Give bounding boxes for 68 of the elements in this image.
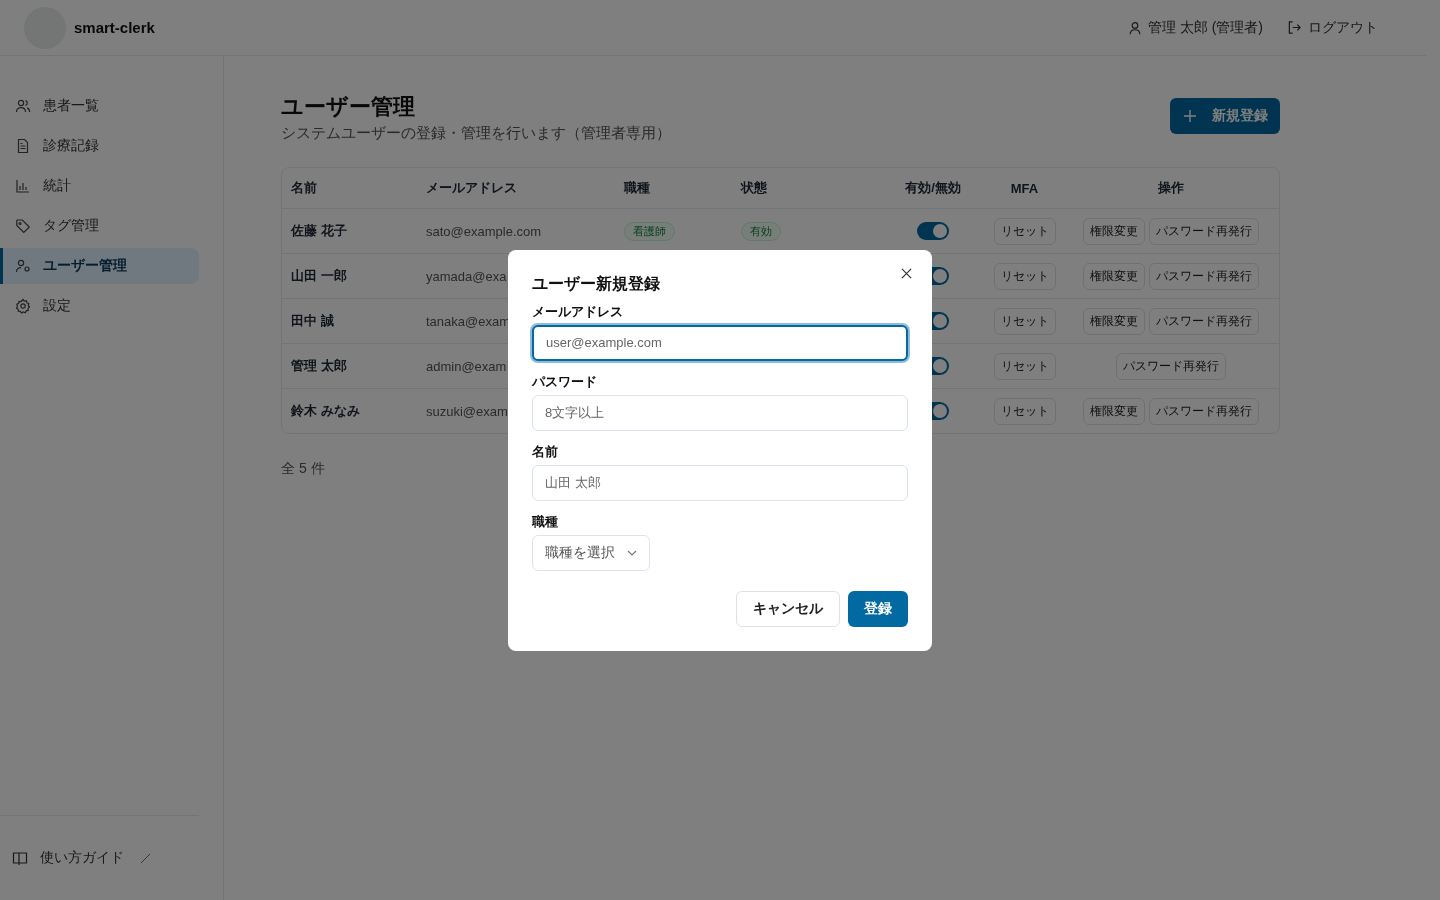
mfa-reset-button[interactable]: リセット: [993, 262, 1056, 290]
submit-button[interactable]: 登録: [848, 590, 908, 627]
action-button[interactable]: パスワード再発行: [1148, 397, 1259, 425]
mfa-reset-button[interactable]: リセット: [993, 352, 1056, 380]
mfa-reset-button[interactable]: リセット: [993, 397, 1056, 425]
action-button[interactable]: パスワード再発行: [1148, 217, 1259, 245]
role-select[interactable]: 職種を選択: [532, 534, 650, 571]
sidebar-item[interactable]: 設定: [0, 288, 199, 324]
action-button[interactable]: パスワード再発行: [1148, 262, 1259, 290]
table-cell: 鈴木 みなみ: [291, 402, 360, 420]
action-button[interactable]: パスワード再発行: [1148, 307, 1259, 335]
user-icon: [1127, 20, 1142, 35]
field-label: メールアドレス: [532, 302, 623, 321]
table-cell: yamada@exa: [426, 268, 507, 284]
field-label: 名前: [532, 442, 558, 461]
field-label: パスワード: [532, 372, 597, 391]
table-cell: sato@example.com: [426, 223, 542, 239]
status-badge: 有効: [741, 221, 781, 241]
table-cell: 山田 一郎: [291, 267, 347, 285]
mfa-reset-button[interactable]: リセット: [993, 217, 1056, 245]
table-cell: admin@exam: [426, 358, 507, 374]
users-icon: [15, 98, 31, 114]
new-user-button[interactable]: 新規登録: [1170, 98, 1280, 134]
table-cell: 佐藤 花子: [291, 222, 347, 240]
column-header: 状態: [739, 179, 768, 197]
sidebar-item[interactable]: 統計: [0, 168, 199, 204]
chevron-down-icon: [627, 549, 637, 556]
role-badge: 看護師: [624, 221, 675, 241]
gear-icon: [15, 298, 31, 314]
table-cell: 管理 太郎: [291, 357, 347, 375]
column-header: MFA: [1009, 180, 1040, 196]
page-subtitle: システムユーザーの登録・管理を行います（管理者専用）: [281, 124, 671, 143]
column-header: 有効/無効: [904, 179, 962, 197]
sidebar-item[interactable]: タグ管理: [0, 208, 199, 244]
action-button[interactable]: パスワード再発行: [1115, 352, 1226, 380]
user-gear-icon: [15, 258, 31, 274]
logout-button[interactable]: ログアウト: [1287, 18, 1378, 37]
field-label: 職種: [532, 512, 558, 531]
action-button[interactable]: 権限変更: [1082, 307, 1145, 335]
input-field[interactable]: user@example.com: [532, 324, 908, 361]
total-count: 全 5 件: [281, 460, 325, 476]
action-button[interactable]: 権限変更: [1082, 397, 1145, 425]
document-icon: [15, 138, 31, 154]
cancel-button[interactable]: キャンセル: [736, 590, 840, 627]
enable-toggle[interactable]: [917, 222, 949, 240]
column-header: 職種: [623, 179, 651, 197]
column-header: 操作: [1156, 179, 1185, 197]
page-title: ユーザー管理: [281, 93, 416, 121]
logout-icon: [1287, 20, 1302, 35]
guide-link[interactable]: 使い方ガイド: [12, 849, 124, 867]
sidebar-item[interactable]: 患者一覧: [0, 88, 199, 124]
chart-icon: [15, 178, 31, 194]
plus-icon: [1184, 110, 1196, 122]
column-header: 名前: [290, 179, 318, 197]
diagonal-line-icon: [140, 852, 151, 864]
dialog-title: ユーザー新規登録: [532, 273, 661, 294]
tag-icon: [15, 218, 31, 234]
action-button[interactable]: 権限変更: [1082, 262, 1145, 290]
action-button[interactable]: 権限変更: [1082, 217, 1145, 245]
app-name: smart-clerk: [74, 19, 155, 36]
column-header: メールアドレス: [425, 179, 518, 197]
table-cell: 田中 誠: [291, 312, 334, 330]
table-cell: tanaka@exam: [426, 313, 511, 329]
sidebar-item[interactable]: 診療記録: [0, 128, 199, 164]
mfa-reset-button[interactable]: リセット: [993, 307, 1056, 335]
table-cell: suzuki@exam: [426, 403, 508, 419]
sidebar-item[interactable]: ユーザー管理: [0, 248, 199, 284]
book-icon: [12, 850, 28, 866]
